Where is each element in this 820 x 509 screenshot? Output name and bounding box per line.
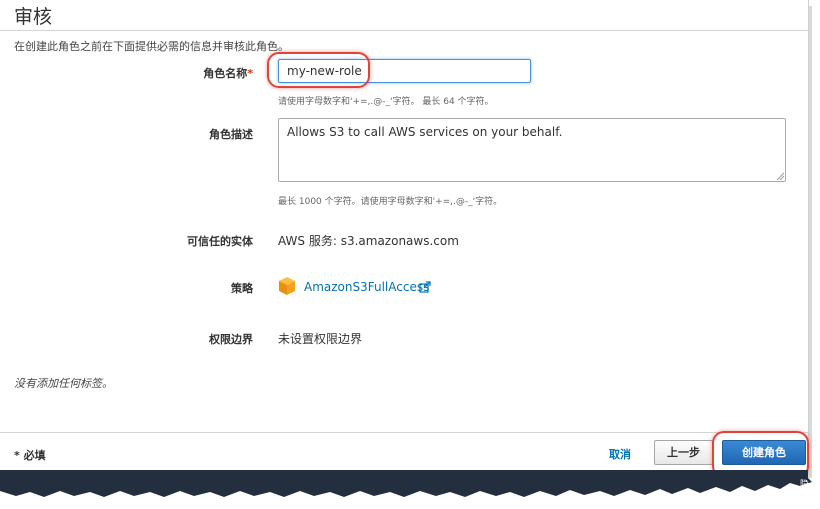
title-divider <box>0 30 808 31</box>
external-link-icon[interactable] <box>419 281 431 293</box>
role-desc-textarea[interactable]: Allows S3 to call AWS services on your b… <box>278 118 786 182</box>
previous-button[interactable]: 上一步 <box>654 440 713 465</box>
role-name-label-text: 角色名称 <box>203 67 248 80</box>
corner-fragment: 隐 <box>800 480 810 490</box>
role-desc-hint: 最长 1000 个字符。请使用字母数字和'+=,.@-_'字符。 <box>278 197 503 207</box>
role-name-hint: 请使用字母数字和'+=,.@-_'字符。 最长 64 个字符。 <box>278 97 494 107</box>
role-desc-label: 角色描述 <box>209 128 253 141</box>
page-title: 审核 <box>14 6 53 28</box>
resize-handle-icon[interactable] <box>776 172 784 180</box>
footer-divider <box>0 432 808 433</box>
boundary-value: 未设置权限边界 <box>278 332 363 346</box>
policy-link[interactable]: AmazonS3FullAccess <box>304 280 429 294</box>
torn-edge <box>0 470 812 497</box>
cancel-button[interactable]: 取消 <box>609 446 631 462</box>
trusted-entity-label: 可信任的实体 <box>187 235 253 248</box>
aws-cube-icon <box>279 277 295 295</box>
boundary-label: 权限边界 <box>209 333 253 346</box>
role-name-highlight <box>267 52 370 88</box>
tags-note: 没有添加任何标签。 <box>14 377 113 390</box>
role-name-label: 角色名称* <box>203 65 253 81</box>
required-mark: * <box>247 67 253 80</box>
policy-label: 策略 <box>231 282 253 295</box>
review-panel: 审核 在创建此角色之前在下面提供必需的信息并审核此角色。 角色名称* 请使用字母… <box>0 0 809 478</box>
trusted-entity-value: AWS 服务: s3.amazonaws.com <box>278 234 459 248</box>
required-note: * 必填 <box>14 449 46 462</box>
page-subtitle: 在创建此角色之前在下面提供必需的信息并审核此角色。 <box>14 40 289 53</box>
